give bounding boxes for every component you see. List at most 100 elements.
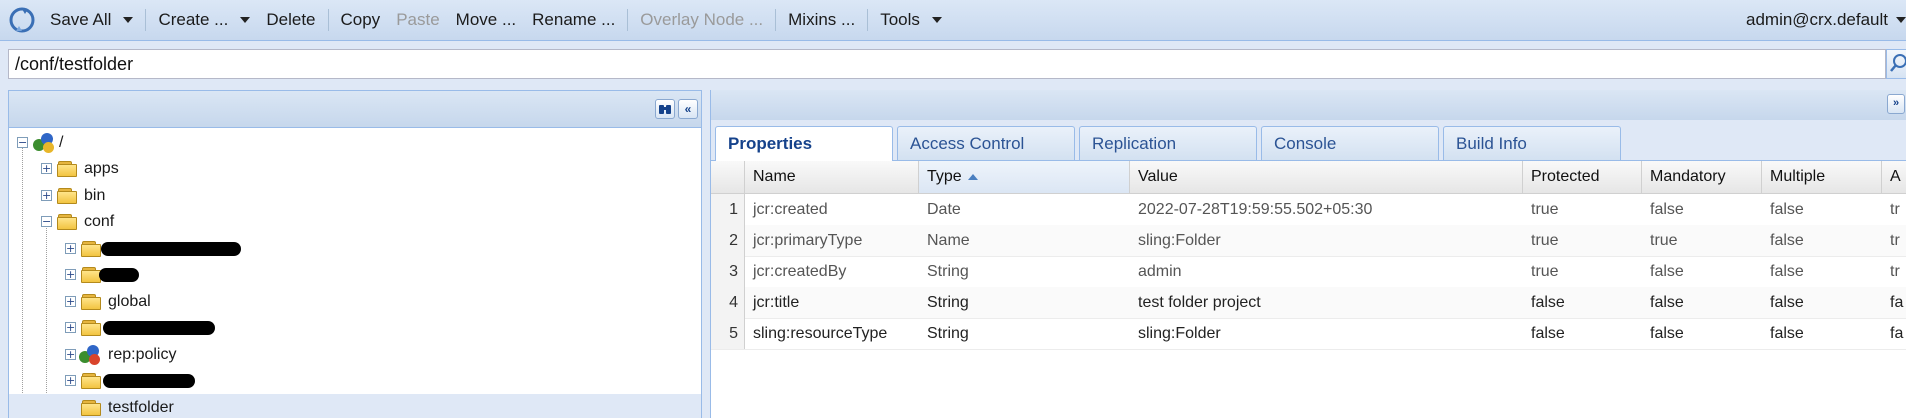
tree-node-rep-policy[interactable]: + rep:policy [9,341,701,368]
binoculars-icon[interactable] [655,99,675,119]
tree-node-global[interactable]: + global [9,288,701,315]
cell-protected: false [1531,325,1565,342]
chevron-down-icon[interactable] [240,17,251,23]
search-icon[interactable] [1886,49,1906,79]
cell-auto-created: fa [1890,294,1904,311]
policy-icon [79,344,101,365]
cell-multiple: false [1770,325,1804,342]
node-details-panel: » Properties Access Control Replication … [710,90,1906,418]
cell-multiple: false [1770,232,1804,249]
delete-button[interactable]: Delete [258,0,323,40]
create-button[interactable]: Create ... [150,0,258,40]
row-number: 5 [711,318,745,349]
tree-panel-header: « [9,91,701,128]
paste-button[interactable]: Paste [388,0,447,40]
column-header-protected[interactable]: Protected [1523,161,1642,193]
cell-protected: true [1531,263,1559,280]
expand-icon[interactable]: + [41,190,52,201]
table-row[interactable]: 3 jcr:createdBy String admin true false … [711,256,1906,288]
table-row[interactable]: 2 jcr:primaryType Name sling:Folder true… [711,225,1906,257]
tab-properties[interactable]: Properties [715,126,893,161]
rename-button[interactable]: Rename ... [524,0,623,40]
tab-console[interactable]: Console [1261,126,1439,160]
tree-node-bin[interactable]: + bin [9,182,701,209]
toolbar-separator [327,9,329,31]
cell-value: admin [1138,263,1182,280]
expand-icon[interactable]: + [65,296,76,307]
chevron-down-icon[interactable] [1896,17,1906,23]
repository-tree-panel: « − / + apps + bin − conf + + + global +… [8,90,702,418]
user-menu[interactable]: admin@crx.default [1746,0,1906,40]
tab-replication[interactable]: Replication [1079,126,1257,160]
tree-node-root[interactable]: − / [9,129,701,156]
repository-root-icon [33,132,55,153]
folder-icon [81,319,101,336]
column-header-multiple[interactable]: Multiple [1762,161,1882,193]
cell-multiple: false [1770,294,1804,311]
expand-icon[interactable]: + [65,375,76,386]
row-number: 4 [711,287,745,318]
save-all-label: Save All [50,10,112,29]
copy-button[interactable]: Copy [333,0,389,40]
expand-icon[interactable]: + [65,349,76,360]
tab-build-info[interactable]: Build Info [1443,126,1621,160]
tree-node-apps[interactable]: + apps [9,155,701,182]
column-header-auto-created[interactable]: A [1882,161,1906,193]
tree-node-testfolder[interactable]: testfolder [9,394,701,418]
collapse-icon[interactable]: − [17,137,28,148]
main-toolbar: Save All Create ... Delete Copy Paste Mo… [0,0,1906,41]
column-header-name[interactable]: Name [745,161,919,193]
tree-node-redacted[interactable]: + [9,261,701,288]
toolbar-separator [867,9,869,31]
collapse-left-icon[interactable]: « [678,99,698,119]
cell-protected: true [1531,201,1559,218]
tree-node-label: testfolder [108,398,174,416]
chevron-down-icon[interactable] [931,17,942,23]
expand-icon[interactable]: + [65,322,76,333]
folder-icon [81,266,101,283]
tree-node-label: rep:policy [108,345,177,363]
toolbar-separator [775,9,777,31]
tree-node-redacted[interactable]: + [9,235,701,262]
expand-icon[interactable]: + [65,243,76,254]
tree-node-label: global [108,292,151,310]
cell-multiple: false [1770,263,1804,280]
column-header-mandatory[interactable]: Mandatory [1642,161,1762,193]
details-panel-header: » [711,90,1906,121]
cell-name: sling:resourceType [753,325,888,342]
tree-node-conf[interactable]: − conf [9,208,701,235]
path-input[interactable] [8,49,1886,79]
cell-type: String [927,294,969,311]
redaction-mark [99,268,139,282]
collapse-down-icon[interactable]: » [1887,94,1905,114]
table-row[interactable]: 4 jcr:title String test folder project f… [711,287,1906,319]
mixins-button[interactable]: Mixins ... [780,0,863,40]
expand-icon[interactable]: + [41,163,52,174]
overlay-node-button[interactable]: Overlay Node ... [632,0,771,40]
refresh-logo-icon[interactable] [8,6,36,34]
save-all-button[interactable]: Save All [42,0,141,40]
chevron-down-icon[interactable] [123,17,134,23]
table-row[interactable]: 1 jcr:created Date 2022-07-28T19:59:55.5… [711,194,1906,226]
user-label: admin@crx.default [1746,10,1888,29]
column-header-type[interactable]: Type [919,161,1130,193]
tree-node-redacted[interactable]: + [9,314,701,341]
cell-value: test folder project [1138,294,1261,311]
redaction-mark [101,242,241,256]
cell-value: sling:Folder [1138,325,1221,342]
move-button[interactable]: Move ... [448,0,524,40]
folder-icon [81,240,101,257]
column-header-label: Type [927,168,962,185]
tools-button[interactable]: Tools [872,0,950,40]
folder-icon [81,293,101,310]
cell-type: String [927,263,969,280]
table-row[interactable]: 5 sling:resourceType String sling:Folder… [711,318,1906,350]
redaction-mark [103,321,215,335]
sort-ascending-icon [967,173,978,180]
tab-access-control[interactable]: Access Control [897,126,1075,160]
column-header-value[interactable]: Value [1130,161,1523,193]
collapse-icon[interactable]: − [41,216,52,227]
tree-node-redacted[interactable]: + [9,367,701,394]
expand-icon[interactable]: + [65,269,76,280]
cell-type: String [927,325,969,342]
